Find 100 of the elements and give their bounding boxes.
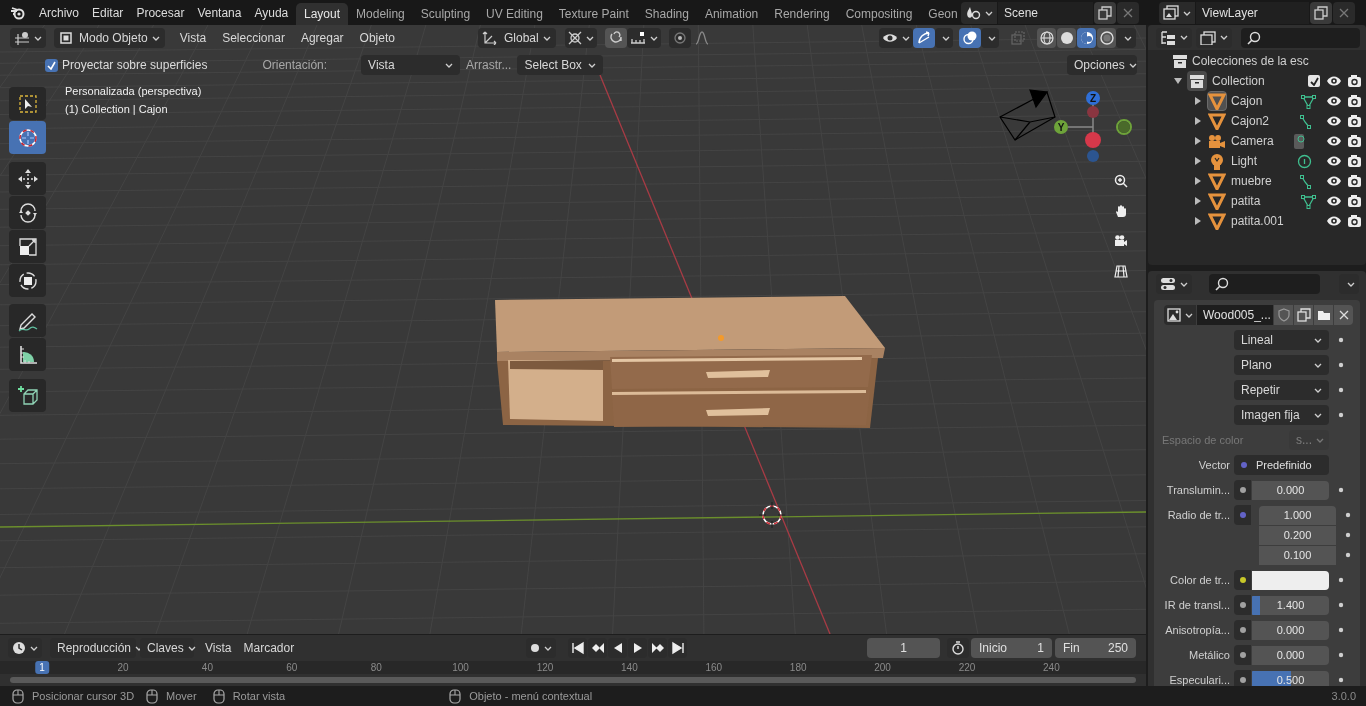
annotate-icon[interactable] — [9, 304, 46, 337]
triangle-icon[interactable] — [1207, 91, 1227, 111]
dropdown[interactable]: Plano — [1234, 355, 1329, 375]
cursor-tool-icon[interactable] — [9, 121, 46, 154]
number-field[interactable]: 1.400 — [1252, 595, 1329, 615]
menu-item[interactable]: Ayuda — [248, 3, 295, 22]
menu-item[interactable]: Seleccionar — [215, 28, 292, 48]
folder-icon[interactable] — [1314, 305, 1333, 325]
tree-item[interactable]: patita — [1231, 192, 1281, 210]
keyframe-dot[interactable] — [1338, 412, 1344, 418]
search-field[interactable] — [1209, 274, 1320, 294]
camera-data-icon[interactable] — [1293, 133, 1308, 149]
checkbox[interactable] — [45, 58, 58, 72]
triangle-icon[interactable] — [1207, 171, 1227, 191]
dropdown[interactable]: Select Box — [517, 55, 604, 75]
mesh-data-icon[interactable] — [1301, 193, 1316, 209]
jump-start-icon[interactable] — [568, 638, 588, 658]
stopwatch-icon[interactable] — [947, 638, 969, 658]
frame-range-field[interactable]: Inicio 1 — [971, 638, 1052, 658]
current-frame-field[interactable]: 1 — [867, 638, 940, 658]
view-layer-field[interactable]: ViewLayer — [1196, 2, 1309, 24]
dropdown[interactable]: Claves — [140, 638, 194, 658]
menu-item[interactable]: Ventana — [191, 3, 248, 22]
options-button[interactable] — [1339, 274, 1359, 294]
collapsed-arrow-icon[interactable] — [1194, 177, 1202, 185]
link-field[interactable]: Predefinido — [1234, 455, 1329, 475]
collapsed-arrow-icon[interactable] — [1194, 117, 1202, 125]
keyframe-dot[interactable] — [1345, 552, 1351, 558]
snap-target-button[interactable] — [626, 28, 661, 48]
menu-item[interactable]: Marcador — [237, 639, 301, 657]
eye-icon[interactable] — [1326, 194, 1342, 208]
tree-item[interactable]: Cajon — [1231, 92, 1281, 110]
wireframe-shading-icon[interactable] — [1037, 28, 1056, 48]
triangle-icon[interactable] — [1207, 191, 1227, 211]
render-camera-icon[interactable] — [1347, 94, 1362, 108]
dropdown[interactable]: Vista — [361, 55, 461, 75]
close-icon[interactable] — [1117, 2, 1139, 24]
workspace-tab[interactable]: Rendering — [766, 3, 838, 25]
timeline-scrollbar[interactable] — [10, 677, 1136, 683]
add-cube-icon[interactable] — [9, 379, 46, 412]
render-camera-icon[interactable] — [1347, 174, 1362, 188]
keyframe-dot[interactable] — [1338, 577, 1344, 583]
editor-type-button[interactable] — [1156, 274, 1192, 294]
triangle-icon[interactable] — [1207, 211, 1227, 231]
solid-shading-icon[interactable] — [1057, 28, 1076, 48]
menu-item[interactable]: Editar — [86, 3, 130, 22]
keyframe-dot[interactable] — [1338, 652, 1344, 658]
eye-icon[interactable] — [1326, 174, 1342, 188]
keyframe-dot[interactable] — [1338, 387, 1344, 393]
workspace-tab[interactable]: Geon — [920, 3, 961, 25]
transform-icon[interactable] — [9, 264, 46, 297]
number-field[interactable]: 1.000 — [1259, 505, 1336, 525]
number-field[interactable]: 0.000 — [1252, 645, 1329, 665]
workspace-tab[interactable]: Animation — [696, 3, 767, 25]
collapsed-arrow-icon[interactable] — [1194, 197, 1202, 205]
collapsed-arrow-icon[interactable] — [1194, 97, 1202, 105]
gizmo-toggle-icon[interactable] — [913, 28, 935, 48]
workspace-tab[interactable]: Shading — [636, 3, 697, 25]
collapsed-arrow-icon[interactable] — [1194, 137, 1202, 145]
frame-range-field[interactable]: Fin 250 — [1055, 638, 1136, 658]
dropdown[interactable]: Lineal — [1234, 330, 1329, 350]
render-camera-icon[interactable] — [1347, 194, 1362, 208]
render-camera-icon[interactable] — [1347, 214, 1362, 228]
menu-item[interactable]: Archivo — [33, 3, 85, 22]
overlays-toggle-icon[interactable] — [959, 28, 981, 48]
triangle-icon[interactable] — [1207, 111, 1227, 131]
previous-keyframe-icon[interactable] — [588, 638, 608, 658]
record-button[interactable] — [526, 638, 557, 658]
close-icon[interactable] — [1334, 305, 1353, 325]
expanded-arrow-icon[interactable] — [1174, 77, 1182, 85]
move-icon[interactable] — [9, 162, 46, 195]
eye-icon[interactable] — [1326, 214, 1342, 228]
3d-cursor-icon[interactable] — [758, 501, 786, 529]
number-field[interactable]: 0.200 — [1259, 526, 1336, 545]
close-icon[interactable] — [1333, 2, 1355, 24]
rendered-shading-icon[interactable] — [1097, 28, 1116, 48]
mode-dropdown[interactable]: Modo Objeto — [54, 28, 165, 48]
menu-item[interactable]: Vista — [172, 28, 214, 48]
view-layer-type-button[interactable] — [1159, 2, 1195, 24]
collapsed-arrow-icon[interactable] — [1194, 217, 1202, 225]
eye-icon[interactable] — [1326, 74, 1342, 88]
keyframe-dot[interactable] — [1338, 337, 1344, 343]
editor-type-button[interactable] — [8, 638, 42, 658]
orientation-dropdown[interactable]: Global — [477, 28, 556, 48]
tree-item[interactable]: muebre — [1231, 172, 1281, 190]
keyframe-dot[interactable] — [1338, 602, 1344, 608]
workspace-tab[interactable]: Modeling — [348, 3, 413, 25]
workspace-tab[interactable]: Sculpting — [412, 3, 479, 25]
duplicate-icon[interactable] — [1094, 2, 1116, 24]
tree-item[interactable]: Camera — [1231, 132, 1281, 150]
eye-icon[interactable] — [1326, 94, 1342, 108]
tree-item[interactable]: Collection — [1212, 72, 1265, 90]
workspace-tab[interactable]: Layout — [296, 3, 349, 25]
image-name-field[interactable]: Wood005_... — [1197, 305, 1273, 325]
dropdown[interactable]: Opciones — [1067, 55, 1137, 75]
checkbox[interactable] — [1308, 75, 1320, 87]
number-field[interactable]: 0.000 — [1252, 620, 1329, 640]
visibility-button[interactable] — [879, 28, 913, 48]
render-camera-icon[interactable] — [1347, 134, 1362, 148]
tree-item[interactable]: Cajon2 — [1231, 112, 1281, 130]
